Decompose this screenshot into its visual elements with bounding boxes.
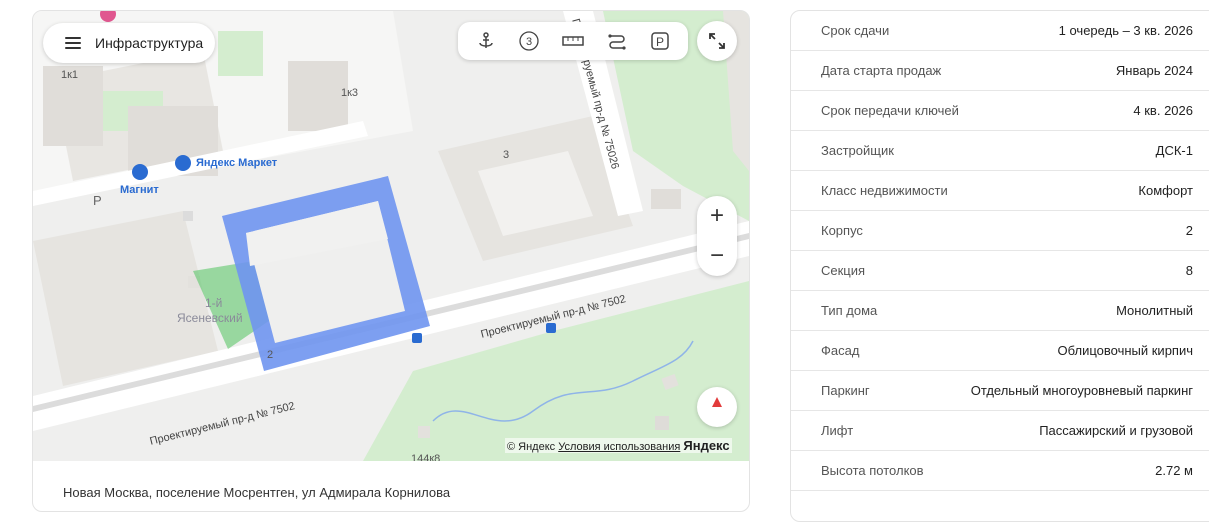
property-value: Январь 2024 <box>1115 63 1193 78</box>
property-key: Срок сдачи <box>821 23 890 38</box>
parking-icon[interactable]: P <box>646 27 674 55</box>
property-row: Дата старта продаж Январь 2024 <box>791 51 1209 91</box>
terms-link[interactable]: Условия использования <box>558 441 680 453</box>
map-label-building: 3 <box>503 149 510 161</box>
property-key: Дата старта продаж <box>821 63 942 78</box>
property-row: Фасад Облицовочный кирпич <box>791 331 1209 371</box>
route-icon[interactable] <box>603 27 631 55</box>
map-label-building: 144к8 <box>411 453 441 461</box>
property-row: Тип дома Монолитный <box>791 291 1209 331</box>
zoom-in-button[interactable]: + <box>697 196 737 236</box>
property-row: Корпус 2 <box>791 211 1209 251</box>
circle-3-icon[interactable]: 3 <box>515 27 543 55</box>
property-value: Отдельный многоуровневый паркинг <box>970 383 1193 398</box>
property-key: Паркинг <box>821 383 870 398</box>
street-label: Ясеневский <box>177 311 243 325</box>
infrastructure-button[interactable]: Инфраструктура <box>43 23 215 63</box>
map-card: 1к1 1к3 3 2 144к8 P 1-й Ясеневский Яндек… <box>32 10 750 512</box>
infrastructure-label: Инфраструктура <box>95 35 204 51</box>
property-key: Тип дома <box>821 303 878 318</box>
street-label: 1-й <box>205 296 223 310</box>
zoom-out-button[interactable]: − <box>697 236 737 276</box>
property-value: Облицовочный кирпич <box>1057 343 1193 358</box>
property-key: Корпус <box>821 223 863 238</box>
copyright-prefix: © Яндекс <box>507 441 556 453</box>
map[interactable]: 1к1 1к3 3 2 144к8 P 1-й Ясеневский Яндек… <box>33 11 749 461</box>
property-value: 2 <box>1185 223 1193 238</box>
property-value: ДСК-1 <box>1155 143 1193 158</box>
property-key: Класс недвижимости <box>821 183 948 198</box>
map-copyright: © Яндекс Условия использования Яндекс <box>505 438 732 453</box>
expand-icon <box>709 33 725 49</box>
property-row: Паркинг Отдельный многоуровневый паркинг <box>791 371 1209 411</box>
address: Новая Москва, поселение Мосрентген, ул А… <box>63 485 451 500</box>
map-canvas <box>33 11 749 461</box>
property-value: 1 очередь – 3 кв. 2026 <box>1058 23 1193 38</box>
property-row: Застройщик ДСК-1 <box>791 131 1209 171</box>
property-key: Секция <box>821 263 866 278</box>
property-value: 8 <box>1185 263 1193 278</box>
zoom-control: + − <box>697 196 737 276</box>
property-value: Монолитный <box>1116 303 1193 318</box>
property-row: Высота потолков 2.72 м <box>791 451 1209 491</box>
property-key: Высота потолков <box>821 463 924 478</box>
property-row: Срок передачи ключей 4 кв. 2026 <box>791 91 1209 131</box>
properties-table: Срок сдачи 1 очередь – 3 кв. 2026 Дата ста… <box>790 10 1209 522</box>
property-key: Застройщик <box>821 143 894 158</box>
property-row: Секция 8 <box>791 251 1209 291</box>
property-key: Лифт <box>821 423 854 438</box>
fullscreen-button[interactable] <box>697 21 737 61</box>
property-key: Фасад <box>821 343 860 358</box>
anchor-icon[interactable] <box>472 27 500 55</box>
property-value: 4 кв. 2026 <box>1133 103 1193 118</box>
property-value: Комфорт <box>1138 183 1193 198</box>
yandex-logo: Яндекс <box>683 438 730 453</box>
property-key: Срок передачи ключей <box>821 103 959 118</box>
map-toolbar: 3 P <box>458 22 688 60</box>
property-row: Класс недвижимости Комфорт <box>791 171 1209 211</box>
property-row: Лифт Пассажирский и грузовой <box>791 411 1209 451</box>
property-value: 2.72 м <box>1155 463 1193 478</box>
compass-button[interactable] <box>697 387 737 427</box>
parking-label: P <box>656 35 664 49</box>
circle-3-label: 3 <box>526 36 532 48</box>
parking-label: P <box>93 193 102 208</box>
property-value: Пассажирский и грузовой <box>1039 423 1193 438</box>
menu-icon <box>65 34 81 52</box>
poi-magnit[interactable]: Магнит <box>120 184 159 196</box>
poi-yandex-market[interactable]: Яндекс Маркет <box>196 157 277 169</box>
ruler-icon[interactable] <box>559 27 587 55</box>
map-label-building: 1к3 <box>341 87 359 99</box>
map-label-building: 1к1 <box>61 69 79 81</box>
map-label-building: 2 <box>267 349 274 361</box>
property-row: Срок сдачи 1 очередь – 3 кв. 2026 <box>791 11 1209 51</box>
compass-icon <box>712 397 722 417</box>
